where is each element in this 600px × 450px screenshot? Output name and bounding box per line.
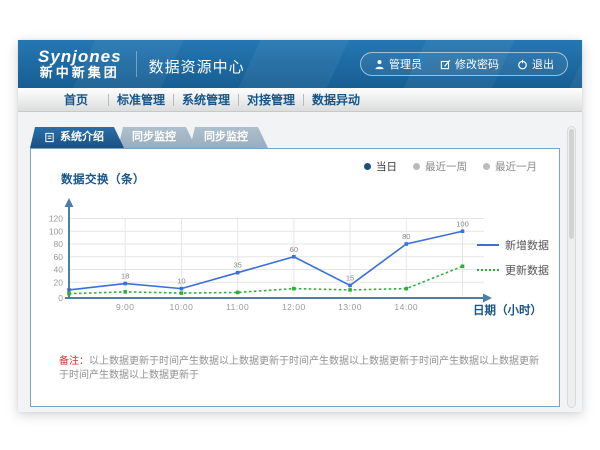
radio-dot-icon (483, 163, 490, 170)
page-background: Synjones 新中新集团 数据资源中心 管理员 修改密码 退出 (0, 0, 600, 450)
logo: Synjones 新中新集团 (38, 48, 122, 80)
svg-text:80: 80 (54, 239, 64, 249)
svg-text:100: 100 (456, 219, 469, 228)
svg-text:15: 15 (346, 273, 354, 282)
range-option-label: 当日 (376, 159, 397, 174)
range-selector: 当日 最近一周 最近一月 (364, 159, 537, 174)
range-option-last-month[interactable]: 最近一月 (483, 159, 537, 174)
svg-text:80: 80 (402, 232, 410, 241)
user-menu-button[interactable]: 管理员 (365, 56, 431, 72)
footnote: 备注：以上数据更新于时间产生数据以上数据更新于时间产生数据以上数据更新于时间产生… (59, 355, 545, 383)
edit-icon (440, 59, 451, 70)
logout-label: 退出 (532, 56, 554, 72)
app-window: Synjones 新中新集团 数据资源中心 管理员 修改密码 退出 (18, 40, 582, 412)
nav-item-data-change[interactable]: 数据异动 (304, 91, 368, 108)
svg-text:14:00: 14:00 (394, 302, 418, 312)
x-axis-title: 日期（小时） (473, 302, 542, 318)
content-area: 系统介绍 同步监控 同步监控 当日 最近一周 (18, 112, 582, 412)
range-option-label: 最近一月 (495, 159, 537, 174)
tab-sync-monitor-2[interactable]: 同步监控 (190, 127, 268, 148)
header-divider (136, 51, 137, 77)
svg-text:120: 120 (49, 214, 63, 224)
scrollbar-thumb[interactable] (569, 129, 574, 239)
user-toolbar: 管理员 修改密码 退出 (360, 52, 568, 76)
page-title: 数据资源中心 (149, 52, 245, 77)
legend-item-new-data[interactable]: 新增数据 (477, 237, 549, 253)
nav-item-home[interactable]: 首页 (44, 91, 108, 108)
nav-item-interface-mgmt[interactable]: 对接管理 (239, 91, 303, 108)
range-option-label: 最近一周 (425, 159, 467, 174)
chart-legend: 新增数据 更新数据 (477, 237, 549, 287)
scrollbar-track[interactable] (567, 126, 576, 408)
svg-text:60: 60 (54, 252, 64, 262)
svg-text:40: 40 (54, 265, 64, 275)
tab-label: 系统介绍 (60, 127, 104, 148)
svg-text:13:00: 13:00 (338, 302, 362, 312)
dotted-line-swatch-icon (477, 269, 499, 271)
svg-text:18: 18 (121, 272, 129, 281)
tab-bar: 系统介绍 同步监控 同步监控 (30, 127, 268, 148)
tab-label: 同步监控 (204, 131, 248, 143)
radio-dot-icon (413, 163, 420, 170)
main-nav: 首页 标准管理 系统管理 对接管理 数据异动 (18, 88, 582, 112)
change-password-button[interactable]: 修改密码 (431, 56, 508, 72)
logo-company-name: 新中新集团 (38, 65, 122, 80)
svg-text:60: 60 (290, 245, 298, 254)
radio-dot-icon (364, 163, 371, 170)
tab-sync-monitor-1[interactable]: 同步监控 (118, 127, 196, 148)
change-password-label: 修改密码 (455, 56, 499, 72)
footnote-text: 以上数据更新于时间产生数据以上数据更新于时间产生数据以上数据更新于时间产生数据以… (59, 356, 539, 381)
power-icon (517, 59, 528, 70)
svg-text:10:00: 10:00 (170, 302, 194, 312)
svg-text:10: 10 (177, 277, 185, 286)
y-axis-title: 数据交换（条） (61, 171, 145, 187)
tab-label: 同步监控 (132, 131, 176, 143)
nav-item-standard-mgmt[interactable]: 标准管理 (109, 91, 173, 108)
svg-text:20: 20 (54, 277, 64, 287)
legend-label: 更新数据 (505, 262, 549, 278)
range-option-today[interactable]: 当日 (364, 159, 397, 174)
svg-text:9:00: 9:00 (116, 302, 135, 312)
logo-wordmark: Synjones (38, 48, 122, 65)
logout-button[interactable]: 退出 (508, 56, 563, 72)
nav-item-system-mgmt[interactable]: 系统管理 (174, 91, 238, 108)
footnote-prefix: 备注： (59, 356, 89, 367)
legend-label: 新增数据 (505, 237, 549, 253)
svg-text:100: 100 (49, 226, 63, 236)
app-header: Synjones 新中新集团 数据资源中心 管理员 修改密码 退出 (18, 40, 582, 88)
svg-text:0: 0 (58, 293, 63, 303)
solid-line-swatch-icon (477, 244, 499, 246)
svg-text:35: 35 (233, 261, 241, 270)
svg-text:12:00: 12:00 (282, 302, 306, 312)
range-option-last-week[interactable]: 最近一周 (413, 159, 467, 174)
svg-text:11:00: 11:00 (226, 302, 249, 312)
chart-panel: 当日 最近一周 最近一月 数据交换（条） 0 20 40 60 80 100 120 9:00… (30, 148, 560, 407)
legend-item-updated-data[interactable]: 更新数据 (477, 262, 549, 278)
tab-system-intro[interactable]: 系统介绍 (30, 127, 124, 148)
document-icon (44, 132, 55, 143)
user-name-label: 管理员 (389, 56, 422, 72)
chart-svg: 0 20 40 60 80 100 120 9:00 10:00 11:00 12:00 13:00 1… (39, 195, 509, 325)
user-icon (374, 59, 385, 70)
